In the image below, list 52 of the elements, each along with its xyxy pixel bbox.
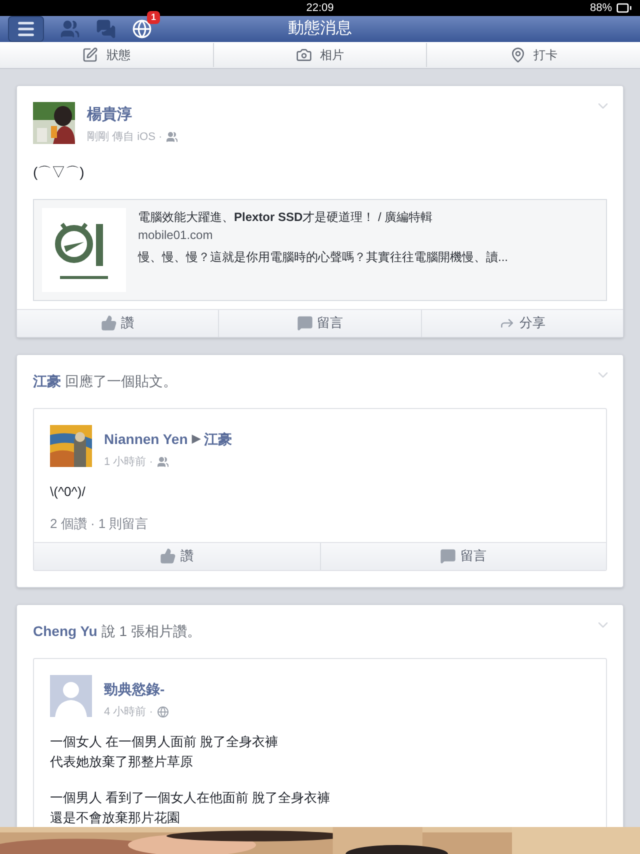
composer-button[interactable]: 相片 (212, 43, 426, 68)
avatar-silhouette (50, 674, 92, 716)
map-pin-icon (510, 47, 526, 64)
action-button[interactable]: 讚 (34, 542, 320, 570)
battery-percent: 88% (590, 0, 612, 16)
pencil-square-icon (82, 47, 98, 64)
notification-badge: 1 (146, 11, 160, 24)
clock-time: 22:09 (306, 0, 334, 16)
post-stats[interactable]: 2 個讚 · 1 則留言 (50, 514, 590, 534)
actor-name[interactable]: 江豪 (33, 370, 61, 392)
arrow-glyph: ▶ (192, 432, 200, 447)
messages-icon[interactable] (96, 19, 116, 39)
thumbs-up-icon (101, 315, 118, 331)
post-text-line: \(^0^)/ (50, 483, 86, 501)
activity-text: 回應了一個貼文。 (65, 372, 177, 390)
link-domain: mobile01.com (138, 226, 214, 244)
action-button[interactable]: 分享 (420, 310, 623, 336)
composer-button[interactable]: 狀態 (0, 43, 213, 68)
globe-icon (156, 706, 169, 718)
author-name[interactable]: Niannen Yen (104, 428, 188, 450)
author-name[interactable]: 楊貴淳 (87, 106, 178, 125)
target-name[interactable]: 江豪 (204, 428, 232, 450)
camera-icon (296, 47, 312, 64)
action-button[interactable]: 留言 (218, 310, 421, 336)
thumbs-up-icon (160, 548, 176, 564)
action-button[interactable]: 留言 (320, 542, 606, 570)
post-meta: 剛剛 傳自 iOS · (87, 130, 162, 145)
menu-icon (16, 19, 36, 39)
link-title: 電腦效能大躍進、Plextor SSD才是硬道理！ / 廣編特輯 (138, 208, 434, 226)
page-title: 動態消息 (288, 18, 352, 39)
actor-name[interactable]: Cheng Yu (33, 620, 98, 642)
post-meta: 4 小時前 · (104, 704, 153, 720)
post-text-line: 一個女人 在一個男人面前 脫了全身衣褲 (50, 733, 280, 751)
globe-icon[interactable] (132, 19, 152, 39)
friends-icon (166, 131, 178, 144)
menu-button[interactable] (8, 16, 44, 42)
composer-button[interactable]: 打卡 (426, 43, 640, 68)
speech-bubble-icon (296, 315, 313, 331)
link-preview[interactable]: 電腦效能大躍進、Plextor SSD才是硬道理！ / 廣編特輯 mobile01.com 慢、慢、慢？這就是你用電腦時的心聲嗎？其實往往電腦開機慢、讀... (33, 198, 607, 300)
speech-bubble-icon (440, 548, 456, 564)
post-text-line: 還是不會放棄那片花園 (50, 809, 181, 827)
activity-text: 說 1 張相片讚。 (101, 622, 201, 640)
friends-icon[interactable] (60, 19, 80, 39)
site-logo-icon (42, 208, 126, 292)
post-text-line: 一個男人 看到了一個女人在他面前 脫了全身衣褲 (50, 789, 332, 807)
post-text-line: 代表她放棄了那整片草原 (50, 753, 194, 771)
post-text: (⌒▽⌒) (33, 162, 86, 182)
friends-icon (156, 456, 169, 468)
author-name[interactable]: 勁典慾錄- (104, 678, 165, 700)
action-button[interactable]: 讚 (17, 310, 218, 336)
link-description: 慢、慢、慢？這就是你用電腦時的心聲嗎？其實往往電腦開機慢、讀... (138, 248, 508, 266)
post-meta: 1 小時前 · (104, 454, 153, 470)
